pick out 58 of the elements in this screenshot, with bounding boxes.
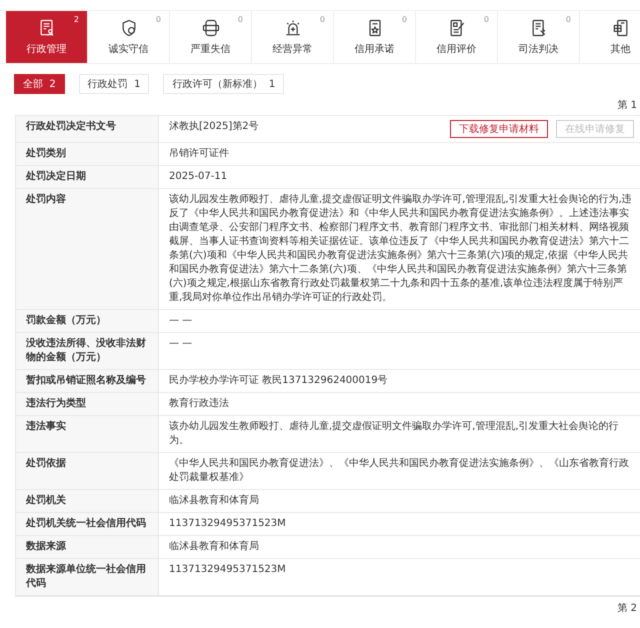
field-label: 处罚依据 [16,453,159,489]
field-value: 11371329495371523M [169,563,286,577]
category-tab[interactable]: 行政管理 2 [6,11,88,63]
filter-chip[interactable]: 行政许可（新标准） 1 [163,74,284,94]
category-tab[interactable]: 信用承诺 0 [334,11,416,63]
tab-count: 0 [566,15,571,24]
tab-count: 0 [238,15,243,24]
field-value: 该幼儿园发生教师殴打、虐待儿童,提交虚假证明文件骗取办学许可,管理混乱,引发重大社会舆论的行为,违反了《中华人民共和国民办教育促进法》和《中华人民共和国民办教育促进法实施条例》。上述违法事实由调查笔录、公安部门程序文书、检察部门程序文书、教育部门程序文书、审批部门相关材料、网络视频截屏、当事人证书查询资料等相关证据佐证。该单位违反了《中华人民共和国民办教育促进法》第六十二条第(六)项和《中华人民共和国民办教育促进法实施条例》第六十三条第(六)项的规定,依据《中华人民共和国民办教育促进法》第六十二条第(六)项、《中华人民共和国民办教育促进法实施条例》第六十三条第(六)项之规定,根据山东省教育行政处罚裁量权第二十九条和四十五条的基准,该单位违法程度属于特别严重,我局对你单位作出吊销办学许可证的行政处罚。 [169,193,633,305]
field-value: 11371329495371523M [169,517,286,531]
tab-count: 0 [320,15,325,24]
field-value: 临沭县教育和体育局 [169,494,259,508]
tab-count: 0 [156,15,161,24]
tab-label: 信用评价 [436,43,476,56]
tab-label: 司法判决 [518,42,558,56]
field-label: 处罚决定日期 [16,166,159,188]
field-label: 罚款金额（万元） [16,310,159,332]
field-value: 临沭县教育和体育局 [169,540,259,554]
field-value: 《中华人民共和国民办教育促进法》、《中华人民共和国民办教育促进法实施条例》、《山东省教育行政处罚裁量权基准》 [169,457,630,485]
field-label: 暂扣或吊销证照名称及编号 [16,370,159,392]
field-label: 处罚类别 [16,143,159,165]
page-indicator: 第 2 [617,603,637,615]
field-label: 行政处罚决定书文号 [16,116,159,142]
badge-icon [200,18,220,38]
tab-label: 严重失信 [190,42,230,56]
field-value: 民办学校办学许可证 教民137132962400019号 [169,374,388,388]
field-label: 没收违法所得、没收非法财物的金额（万元） [16,333,159,369]
field-value: 沭教执[2025]第2号 [169,120,259,134]
category-tab[interactable]: 经营异常 0 [252,11,334,63]
field-value: 教育行政违法 [169,397,229,411]
field-label: 违法行为类型 [16,393,159,415]
category-tab[interactable]: 诚实守信 0 [88,11,170,63]
tab-label: 诚实守信 [108,42,148,56]
tab-label: 经营异常 [272,42,312,56]
field-label: 数据来源 [16,536,159,558]
tab-label: 信用承诺 [354,42,394,56]
field-label: 违法事实 [16,416,159,452]
tab-label: 行政管理 [26,43,66,56]
field-label: 数据来源单位统一社会信用代码 [16,559,159,595]
category-tab[interactable]: 其他 [580,11,640,63]
field-value: 该办幼儿园发生教师殴打、虐待儿童,提交虚假证明文件骗取办学许可,管理混乱,引发重大社会舆论的行为。 [169,420,620,448]
tab-count: 0 [402,15,407,24]
field-label: 处罚内容 [16,189,159,309]
download-button[interactable]: 下载修复申请材料 [450,120,548,138]
tab-label: 其他 [610,42,630,56]
field-label: 处罚机关统一社会信用代码 [16,513,159,535]
filter-chip[interactable]: 行政处罚 1 [78,74,150,94]
tab-count: 0 [484,15,489,24]
category-tab[interactable]: 信用评价 0 [416,11,498,63]
field-value: 吊销许可证件 [169,147,229,161]
category-tab[interactable]: 司法判决 0 [498,11,580,63]
filter-chip[interactable]: 全部 2 [14,74,65,94]
tab-count: 2 [74,15,79,24]
category-tab[interactable]: 严重失信 0 [170,11,252,63]
field-label: 处罚机关 [16,490,159,512]
field-value: — — [169,337,192,351]
field-value: — — [169,314,192,328]
field-value: 2025-07-11 [169,170,228,184]
page-indicator: 第 1 [617,100,637,112]
